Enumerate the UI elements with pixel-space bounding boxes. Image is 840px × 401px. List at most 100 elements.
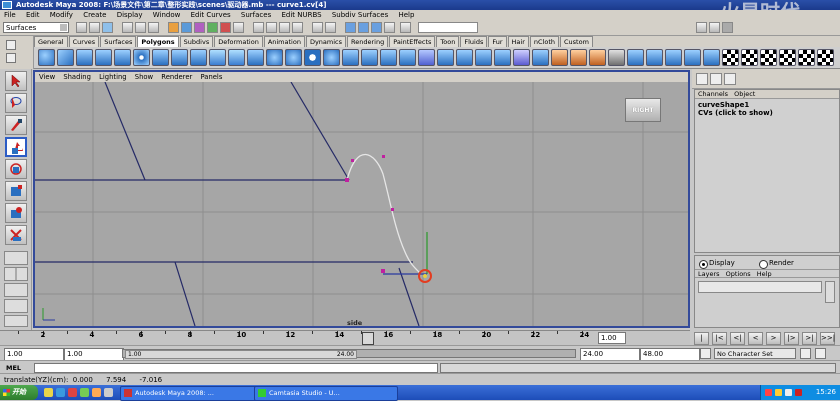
step-back-frame-button[interactable]: |< — [712, 332, 727, 345]
tray-volume-icon[interactable] — [785, 389, 792, 396]
sculpt-tool-icon[interactable] — [627, 49, 644, 66]
shelf-tab-deformation[interactable]: Deformation — [214, 36, 263, 47]
poly-cylinder-icon[interactable] — [76, 49, 93, 66]
separate-icon[interactable] — [304, 49, 321, 66]
step-forward-frame-button[interactable]: >| — [802, 332, 817, 345]
shelf-tab-subdivs[interactable]: Subdivs — [179, 36, 214, 47]
menu-set-dropdown[interactable]: Surfaces — [3, 22, 69, 33]
input-line-field[interactable] — [418, 22, 478, 33]
render-radio[interactable] — [759, 260, 768, 269]
channel-box-toggle-icon[interactable] — [696, 73, 708, 85]
shelf-tab-dynamics[interactable]: Dynamics — [305, 36, 347, 47]
append-polygon-icon[interactable] — [380, 49, 397, 66]
quick-launch-folder-icon[interactable] — [104, 388, 113, 397]
cvs-click-to-show[interactable]: CVs (click to show) — [698, 109, 773, 117]
checker-texture-2-icon[interactable] — [741, 49, 758, 66]
poly-cube-icon[interactable] — [57, 49, 74, 66]
shelf-tab-ncloth[interactable]: nCloth — [529, 36, 559, 47]
panel-menu-renderer[interactable]: Renderer — [161, 73, 192, 81]
character-set-icon[interactable] — [700, 348, 711, 359]
poke-icon[interactable] — [494, 49, 511, 66]
mel-label[interactable]: MEL — [2, 363, 30, 373]
poly-pipe-icon[interactable] — [190, 49, 207, 66]
layer-list[interactable] — [698, 281, 822, 293]
uv-editor-icon[interactable] — [608, 49, 625, 66]
menu-help[interactable]: Help — [398, 11, 414, 19]
select-object-icon[interactable] — [135, 22, 146, 33]
panel-menu-panels[interactable]: Panels — [200, 73, 222, 81]
checker-texture-4-icon[interactable] — [779, 49, 796, 66]
shelf-tab-polygons[interactable]: Polygons — [137, 36, 179, 47]
command-input[interactable] — [34, 363, 438, 373]
menu-edit-nurbs[interactable]: Edit NURBS — [281, 11, 321, 19]
last-tool-button[interactable] — [5, 225, 27, 245]
go-to-start-button[interactable]: |<< — [694, 332, 709, 352]
menu-modify[interactable]: Modify — [50, 11, 73, 19]
play-backwards-button[interactable]: < — [748, 332, 763, 345]
cv-point[interactable] — [391, 208, 394, 211]
shelf-tab-painteffects[interactable]: PaintEffects — [389, 36, 436, 47]
shelf-tab-fluids[interactable]: Fluids — [460, 36, 488, 47]
shelf-tabs-toggle-icon[interactable] — [6, 40, 16, 50]
shelf-tab-general[interactable]: General — [34, 36, 68, 47]
mask-handles-icon[interactable] — [168, 22, 179, 33]
menu-create[interactable]: Create — [83, 11, 106, 19]
layer-editor-toggle-icon[interactable] — [710, 73, 722, 85]
current-frame-field[interactable]: 1.00 — [598, 332, 626, 344]
quadrangulate-icon[interactable] — [703, 49, 720, 66]
new-scene-icon[interactable] — [76, 22, 87, 33]
start-button[interactable]: 开始 — [0, 385, 38, 400]
ipr-render-icon[interactable] — [371, 22, 382, 33]
reverse-normals-icon[interactable] — [532, 49, 549, 66]
select-component-icon[interactable] — [148, 22, 159, 33]
scale-tool-button[interactable] — [5, 181, 27, 201]
character-set-dropdown[interactable]: No Character Set — [714, 348, 796, 359]
time-slider[interactable]: 2 4 6 8 10 12 14 16 18 20 22 24 1.00 — [0, 330, 690, 345]
side-viewport[interactable]: RIGHT side — [35, 82, 688, 326]
snap-grid-icon[interactable] — [253, 22, 264, 33]
curve1[interactable] — [346, 153, 422, 275]
checker-texture-icon[interactable] — [722, 49, 739, 66]
bridge-icon[interactable] — [361, 49, 378, 66]
menu-window[interactable]: Window — [153, 11, 181, 19]
snap-curve-icon[interactable] — [266, 22, 277, 33]
tray-icon-1[interactable] — [765, 389, 772, 396]
save-scene-icon[interactable] — [102, 22, 113, 33]
layout-persp-graph-icon[interactable] — [4, 299, 28, 313]
open-scene-icon[interactable] — [89, 22, 100, 33]
shelf-tab-toon[interactable]: Toon — [436, 36, 460, 47]
taskbar-maya-button[interactable]: Autodesk Maya 2008: ... — [120, 386, 264, 401]
display-radio[interactable] — [699, 260, 708, 269]
node-name[interactable]: curveShape1 — [698, 101, 749, 109]
mirror-geometry-icon[interactable] — [665, 49, 682, 66]
mask-curves-icon[interactable] — [194, 22, 205, 33]
cv-point[interactable] — [381, 269, 385, 273]
range-slider[interactable]: 1.00 24.00 — [122, 349, 576, 359]
shelf-tab-animation[interactable]: Animation — [263, 36, 305, 47]
poly-cone-icon[interactable] — [95, 49, 112, 66]
current-frame-marker[interactable] — [362, 332, 374, 345]
merge-vertices-icon[interactable] — [456, 49, 473, 66]
poly-torus-icon[interactable] — [133, 49, 150, 66]
menu-options[interactable]: Options — [726, 270, 751, 278]
input-line-icon[interactable] — [400, 22, 411, 33]
snap-view-plane-icon[interactable] — [292, 22, 303, 33]
checker-texture-6-icon[interactable] — [817, 49, 834, 66]
step-back-key-button[interactable]: <| — [730, 332, 745, 345]
shelf-tab-curves[interactable]: Curves — [68, 36, 100, 47]
select-tool-button[interactable] — [5, 71, 27, 91]
render-globals-icon[interactable] — [384, 22, 395, 33]
checker-texture-3-icon[interactable] — [760, 49, 777, 66]
panel-menu-shading[interactable]: Shading — [63, 73, 91, 81]
poly-platonic-icon[interactable] — [247, 49, 264, 66]
lasso-tool-button[interactable] — [5, 93, 27, 113]
poly-helix-icon[interactable] — [209, 49, 226, 66]
taskbar-camtasia-button[interactable]: Camtasia Studio - U... — [254, 386, 398, 401]
split-polygon-icon[interactable] — [399, 49, 416, 66]
view-cube-right[interactable]: RIGHT — [625, 98, 661, 122]
menu-channels[interactable]: Channels — [698, 90, 728, 98]
tray-icon-4[interactable] — [795, 389, 802, 396]
mask-joints-icon[interactable] — [181, 22, 192, 33]
menu-file[interactable]: File — [4, 11, 16, 19]
poly-smooth-icon[interactable] — [266, 49, 283, 66]
